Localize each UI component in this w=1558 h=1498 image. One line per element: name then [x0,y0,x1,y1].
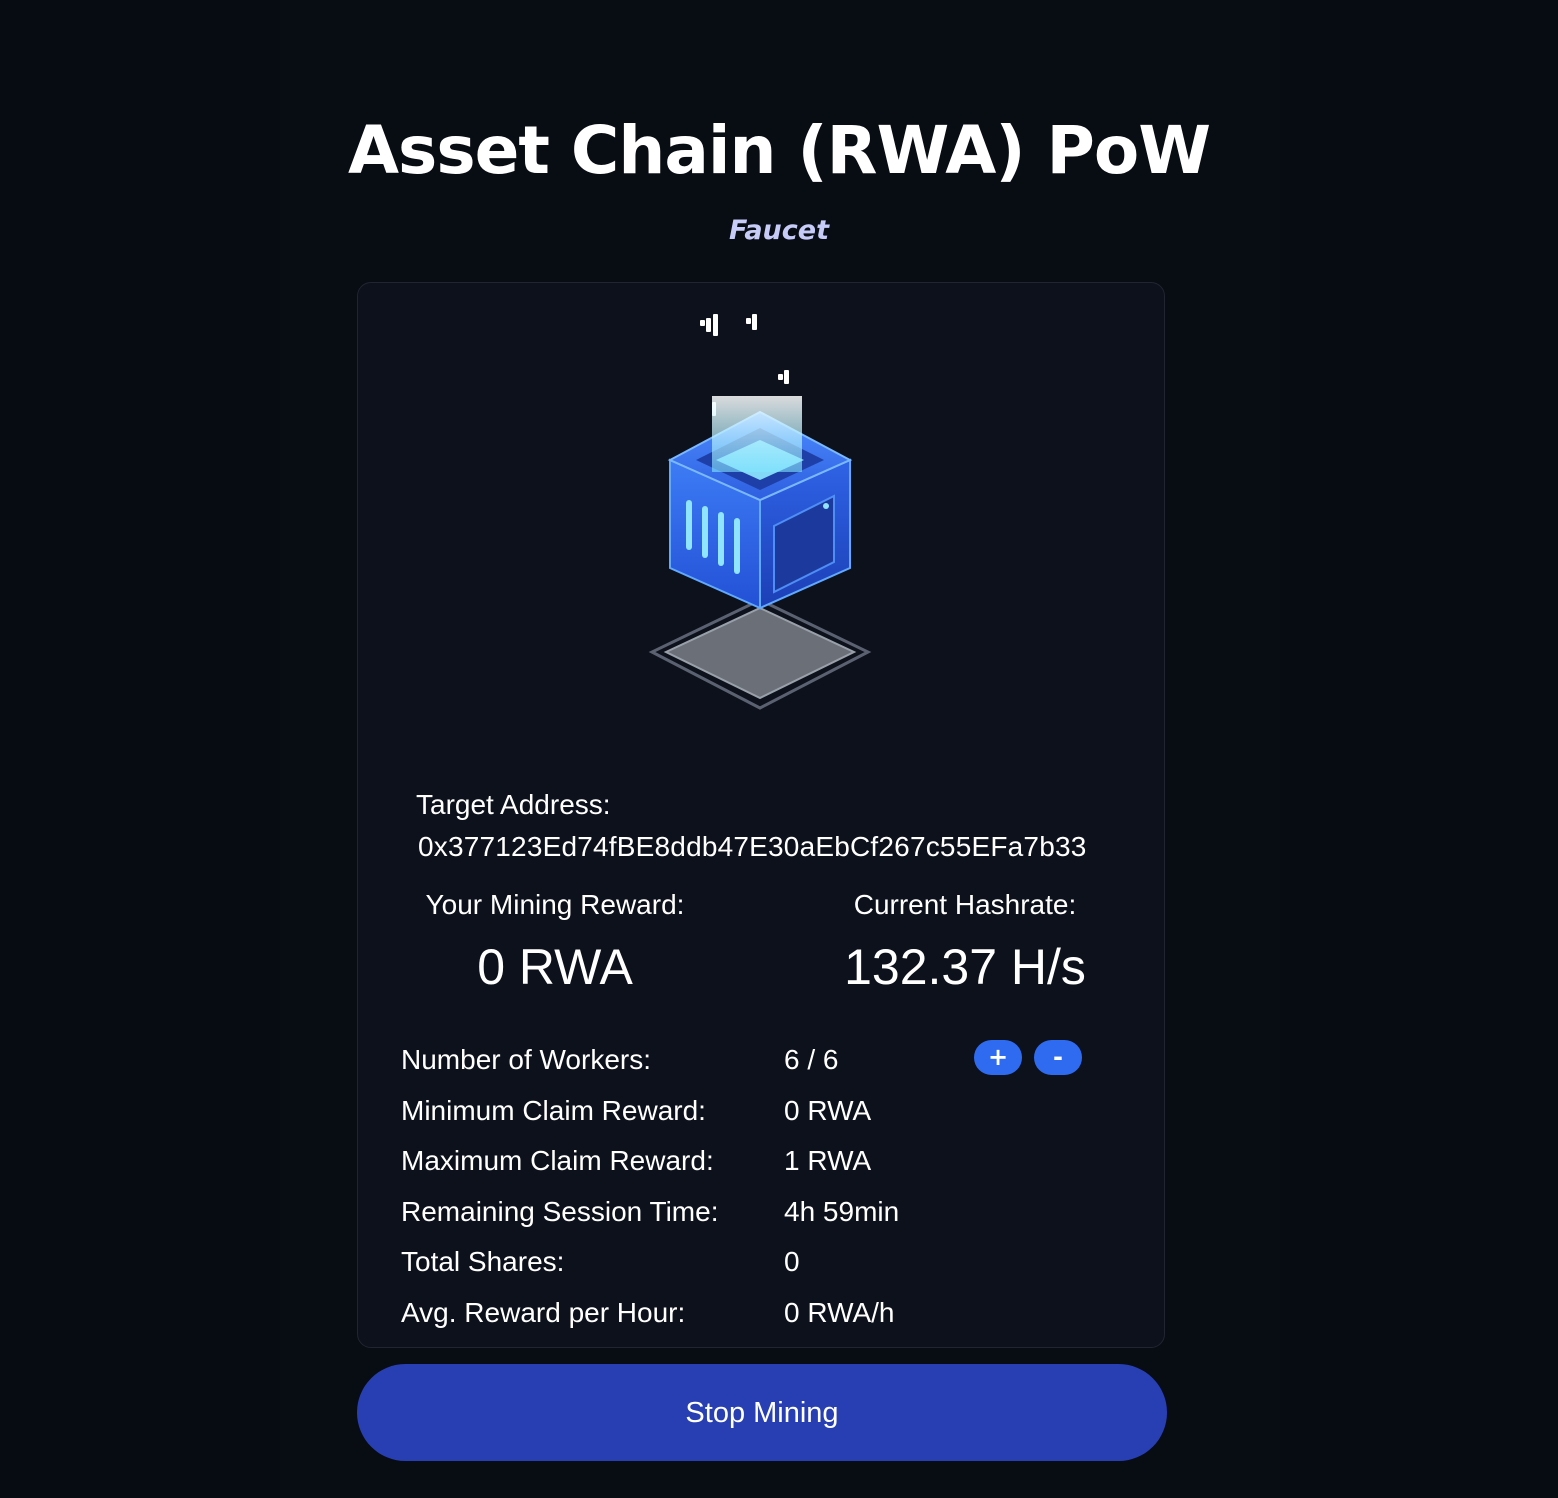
mining-reward-label: Your Mining Reward: [425,889,685,920]
info-key: Number of Workers: [401,1044,651,1075]
info-key: Total Shares: [401,1246,565,1277]
hashrate-label: Current Hashrate: [853,889,1077,920]
target-address-value: 0x377123Ed74fBE8ddb47E30aEbCf267c55EFa7b… [418,831,1087,862]
info-key: Remaining Session Time: [401,1196,719,1227]
page-subtitle: Faucet [728,215,829,246]
info-row-max-claim: Maximum Claim Reward: 1 RWA [401,1141,1121,1181]
hashrate-stat: Current Hashrate: 132.37 H/s [810,886,1120,998]
page-title: Asset Chain (RWA) PoW [347,112,1211,189]
info-row-min-claim: Minimum Claim Reward: 0 RWA [401,1091,1121,1131]
hashrate-value: 132.37 H/s [844,939,1086,995]
info-key: Maximum Claim Reward: [401,1145,714,1176]
mining-cube-icon [648,314,872,710]
info-value: 0 RWA [784,1095,872,1126]
info-row-session-time: Remaining Session Time: 4h 59min [401,1192,1121,1232]
info-key: Avg. Reward per Hour: [401,1297,686,1328]
info-key: Minimum Claim Reward: [401,1095,706,1126]
info-value: 4h 59min [784,1196,900,1227]
info-value: 0 [784,1246,800,1277]
info-value: 1 RWA [784,1145,872,1176]
info-value: 6 / 6 [784,1044,839,1075]
remove-worker-button[interactable]: - [1034,1040,1082,1075]
mining-reward-stat: Your Mining Reward: 0 RWA [400,886,710,998]
info-value: 0 RWA/h [784,1297,895,1328]
info-row-avg-reward: Avg. Reward per Hour: 0 RWA/h [401,1293,1121,1333]
target-address-label: Target Address: [416,789,611,820]
add-worker-button[interactable]: + [974,1040,1022,1075]
stop-mining-button[interactable]: Stop Mining [357,1364,1167,1461]
info-row-total-shares: Total Shares: 0 [401,1242,1121,1282]
mining-reward-value: 0 RWA [477,939,633,995]
